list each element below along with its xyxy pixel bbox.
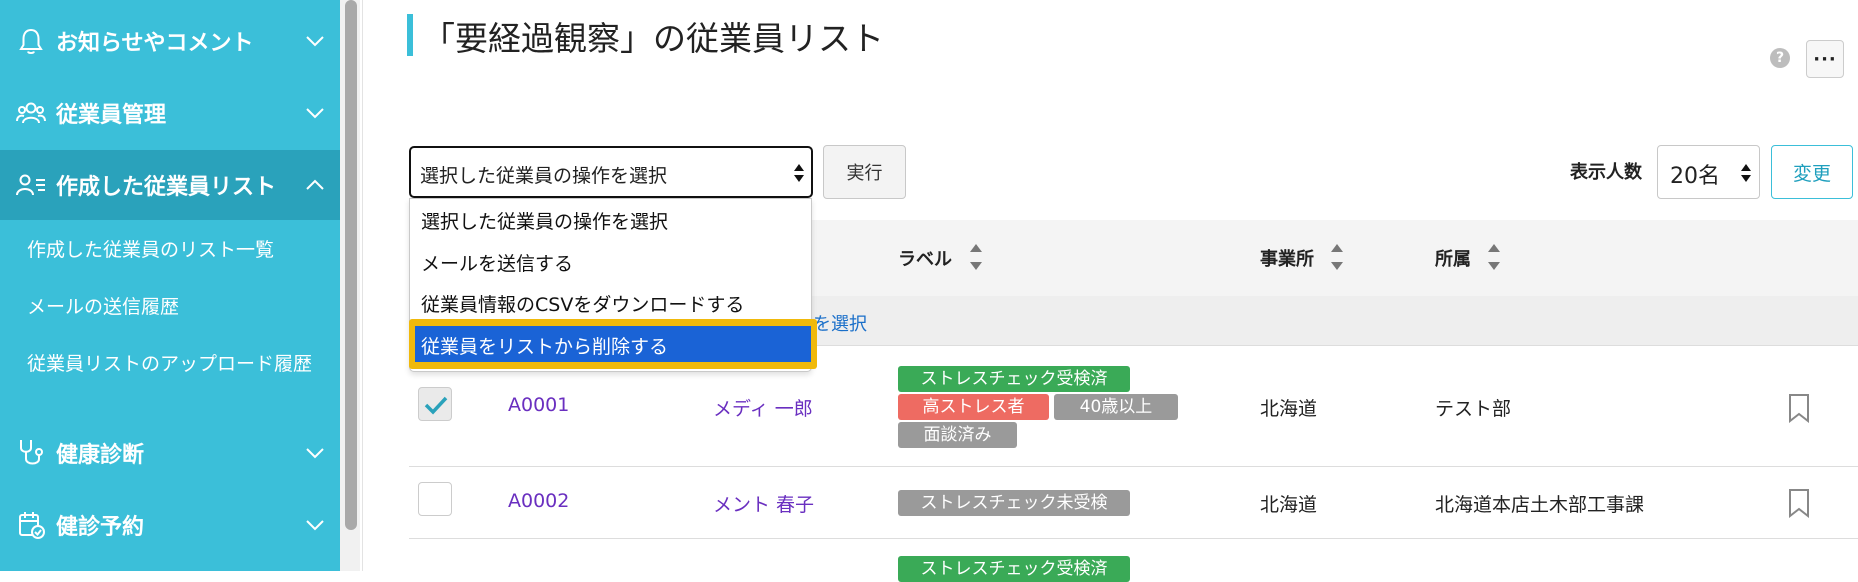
bell-icon — [16, 26, 46, 56]
status-badge: 面談済み — [898, 422, 1017, 448]
sidebar-item-label: 健診予約 — [56, 515, 145, 540]
column-header-department[interactable]: 所属 — [1435, 245, 1471, 271]
sidebar-subitem-list-index[interactable]: 作成した従業員のリスト一覧 — [27, 238, 327, 262]
department-cell: 北海道本店土木部工事課 — [1435, 494, 1645, 516]
chevron-up-icon — [306, 179, 324, 190]
sidebar-item-notifications[interactable]: お知らせやコメント — [0, 6, 340, 76]
select-updown-icon — [1741, 164, 1751, 182]
page-title: 「要経過観察」の従業員リスト — [422, 19, 884, 58]
sort-icon[interactable] — [1487, 240, 1501, 274]
sidebar-item-label: 従業員管理 — [56, 103, 167, 128]
status-badge: ストレスチェック受検済 — [898, 556, 1130, 582]
status-badge: 高ストレス者 — [898, 394, 1049, 420]
employee-name-link[interactable]: メント 春子 — [713, 490, 814, 517]
help-icon[interactable]: ? — [1770, 48, 1790, 68]
employee-id-link[interactable]: A0002 — [508, 490, 569, 512]
sidebar-item-employees[interactable]: 従業員管理 — [0, 78, 340, 148]
column-header-office[interactable]: 事業所 — [1260, 245, 1314, 271]
row-divider — [409, 466, 1858, 467]
sidebar-item-label: お知らせやコメント — [56, 31, 254, 56]
sort-icon[interactable] — [1330, 240, 1344, 274]
sidebar-subitem-mail-history[interactable]: メールの送信履歴 — [27, 295, 327, 319]
select-all-link[interactable]: を選択 — [813, 310, 867, 336]
office-cell: 北海道 — [1260, 494, 1318, 516]
run-button[interactable]: 実行 — [823, 145, 906, 199]
row-checkbox[interactable] — [418, 482, 452, 516]
status-badge: ストレスチェック未受検 — [898, 490, 1130, 516]
select-updown-icon — [794, 164, 804, 182]
department-cell: テスト部 — [1435, 398, 1512, 420]
scrollbar-thumb[interactable] — [345, 0, 357, 530]
status-badge: ストレスチェック受検済 — [898, 366, 1130, 392]
calendar-check-icon — [16, 510, 46, 540]
row-checkbox[interactable] — [418, 387, 452, 421]
sidebar-item-label: 作成した従業員リスト — [56, 175, 277, 200]
dropdown-option[interactable]: メールを送信する — [421, 249, 573, 276]
chevron-down-icon — [306, 108, 324, 119]
change-button[interactable]: 変更 — [1771, 145, 1853, 199]
sidebar: お知らせやコメント 従業員管理 作成した従業員リスト 作成した従業員のリスト一覧… — [0, 0, 340, 571]
more-options-button[interactable]: ··· — [1806, 40, 1844, 78]
bookmark-icon[interactable] — [1787, 393, 1811, 423]
stethoscope-icon — [16, 438, 46, 468]
chevron-down-icon — [306, 36, 324, 47]
dropdown-option-highlighted[interactable]: 従業員をリストから削除する — [415, 326, 811, 362]
perpage-label: 表示人数 — [1570, 162, 1642, 183]
sidebar-item-label: 健康診断 — [56, 443, 145, 468]
office-cell: 北海道 — [1260, 398, 1318, 420]
sidebar-item-created-lists[interactable]: 作成した従業員リスト — [0, 150, 340, 220]
perpage-select-value: 20名 — [1670, 164, 1720, 189]
users-icon — [16, 98, 46, 128]
column-header-label[interactable]: ラベル — [898, 245, 952, 271]
bulk-action-select-value: 選択した従業員の操作を選択 — [420, 165, 668, 187]
bulk-action-select[interactable]: 選択した従業員の操作を選択 — [409, 146, 813, 198]
sidebar-subitem-upload-history[interactable]: 従業員リストのアップロード履歴 — [27, 352, 327, 376]
checkmark-icon — [424, 396, 448, 415]
sidebar-item-checkup-reservation[interactable]: 健診予約 — [0, 490, 340, 560]
status-badge: 40歳以上 — [1054, 394, 1178, 420]
dropdown-option[interactable]: 従業員情報のCSVをダウンロードする — [421, 290, 744, 317]
user-list-icon — [16, 170, 46, 200]
perpage-select[interactable]: 20名 — [1657, 145, 1760, 199]
dropdown-option-label: 従業員をリストから削除する — [421, 336, 669, 358]
title-accent-bar — [407, 14, 413, 56]
row-divider — [409, 538, 1858, 539]
dropdown-option[interactable]: 選択した従業員の操作を選択 — [421, 207, 668, 234]
sidebar-item-health-checkup[interactable]: 健康診断 — [0, 418, 340, 488]
chevron-down-icon — [306, 520, 324, 531]
chevron-down-icon — [306, 448, 324, 459]
employee-id-link[interactable]: A0001 — [508, 394, 569, 416]
sort-icon[interactable] — [969, 240, 983, 274]
bookmark-icon[interactable] — [1787, 488, 1811, 518]
divider — [362, 0, 363, 571]
employee-name-link[interactable]: メディ 一郎 — [713, 394, 813, 421]
